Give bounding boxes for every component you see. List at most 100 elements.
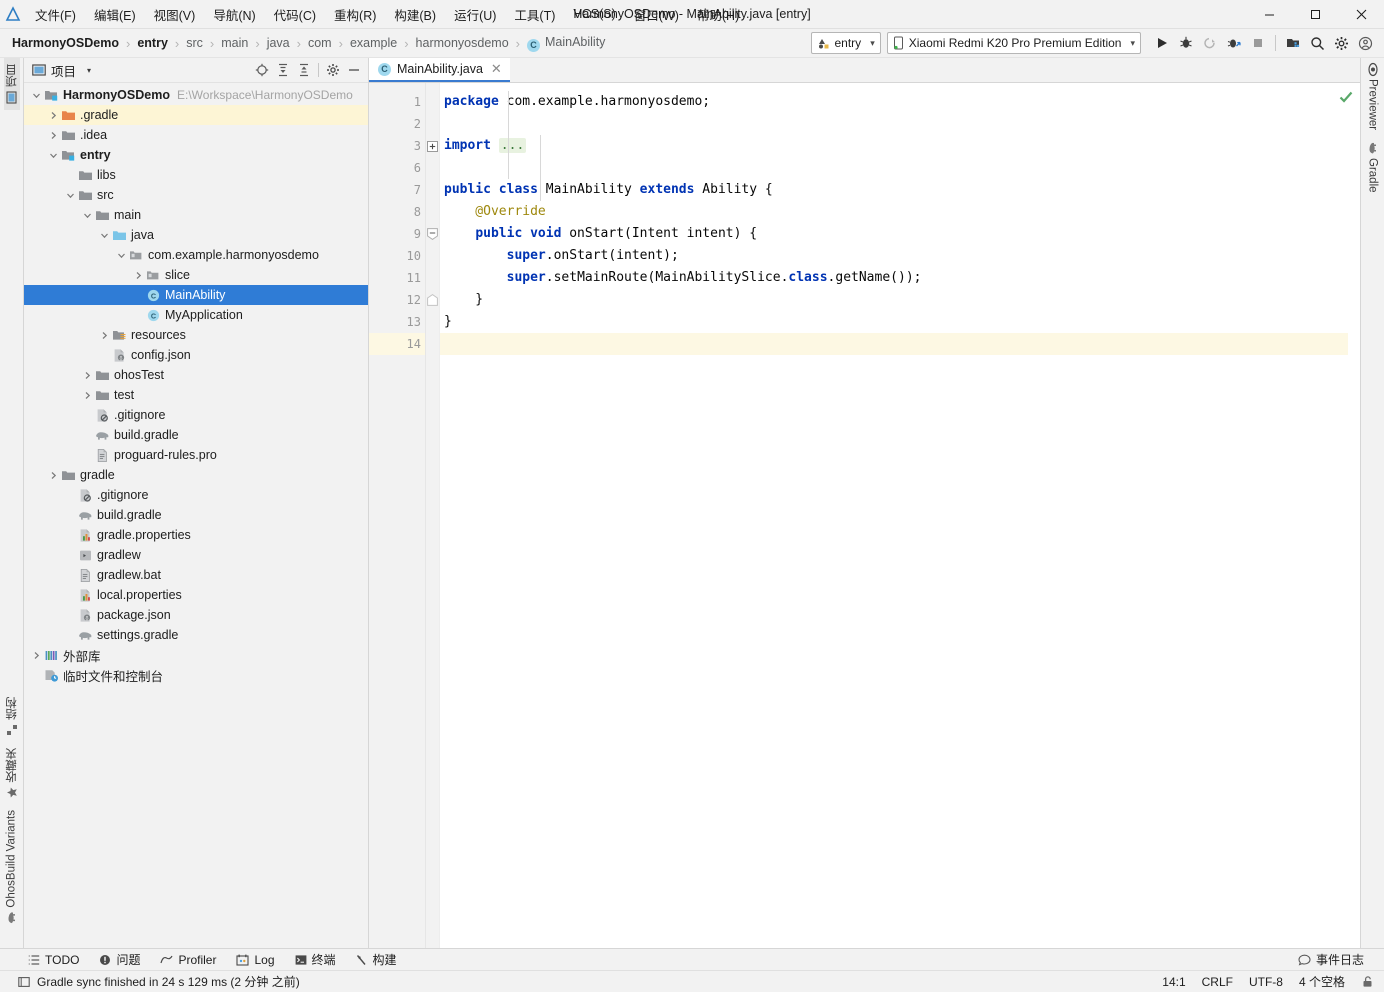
- bottom-tool-todo[interactable]: TODO: [18, 951, 89, 969]
- breadcrumb-item-mainability[interactable]: C MainAbility: [525, 35, 607, 52]
- fold-marker-9[interactable]: [426, 223, 439, 245]
- status-message[interactable]: Gradle sync finished in 24 s 129 ms (2 分…: [37, 973, 300, 990]
- tree-node-settings-gradle[interactable]: settings.gradle: [24, 625, 368, 645]
- gutter-line-12[interactable]: 12: [369, 289, 425, 311]
- run-configuration-selector[interactable]: entry ▾: [810, 32, 881, 54]
- tree-node-local-properties[interactable]: local.properties: [24, 585, 368, 605]
- collapse-all-button[interactable]: [294, 60, 314, 80]
- project-tree[interactable]: HarmonyOSDemo E:\Workspace\HarmonyOSDemo.…: [24, 83, 368, 948]
- sidebar-item-previewer[interactable]: Previewer: [1366, 58, 1380, 136]
- gutter-line-14[interactable]: 14: [369, 333, 425, 355]
- stop-button[interactable]: [1247, 32, 1269, 54]
- chevron-right-icon[interactable]: [81, 371, 94, 380]
- code-line-14[interactable]: [440, 333, 1348, 355]
- close-button[interactable]: [1338, 0, 1384, 29]
- chevron-down-icon[interactable]: [64, 191, 77, 200]
- breadcrumb-item-entry[interactable]: entry: [135, 36, 170, 50]
- editor-fold-column[interactable]: [426, 83, 440, 948]
- code-line-6[interactable]: [440, 157, 1348, 179]
- tree-node-gitignore[interactable]: .gitignore: [24, 405, 368, 425]
- chevron-right-icon[interactable]: [47, 111, 60, 120]
- panel-settings-button[interactable]: [323, 60, 343, 80]
- inspection-status-icon[interactable]: [1338, 89, 1354, 105]
- gutter-line-3[interactable]: 3: [369, 135, 425, 157]
- tree-node-build-gradle[interactable]: build.gradle: [24, 425, 368, 445]
- chevron-right-icon[interactable]: [81, 391, 94, 400]
- tree-node-外部库[interactable]: 外部库: [24, 645, 368, 665]
- lock-icon[interactable]: [1361, 975, 1374, 988]
- fold-marker-3[interactable]: [426, 135, 439, 157]
- gutter-line-2[interactable]: 2: [369, 113, 425, 135]
- tree-node-src[interactable]: src: [24, 185, 368, 205]
- gutter-line-13[interactable]: 13: [369, 311, 425, 333]
- attach-debugger-button[interactable]: [1223, 32, 1245, 54]
- code-line-3[interactable]: import ...: [440, 135, 1348, 157]
- fold-marker-12[interactable]: [426, 289, 439, 311]
- gutter-line-10[interactable]: 10: [369, 245, 425, 267]
- gutter-line-6[interactable]: 6: [369, 157, 425, 179]
- tree-node-slice[interactable]: slice: [24, 265, 368, 285]
- breadcrumb-item-example[interactable]: example: [348, 36, 399, 50]
- menu-run[interactable]: 运行(U): [445, 2, 505, 27]
- menu-tools[interactable]: 工具(T): [505, 2, 564, 27]
- tree-node-gitignore[interactable]: .gitignore: [24, 485, 368, 505]
- sidebar-item-gradle[interactable]: Gradle: [1366, 136, 1379, 199]
- chevron-right-icon[interactable]: [30, 651, 43, 660]
- chevron-right-icon[interactable]: [132, 271, 145, 280]
- menu-refactor[interactable]: 重构(R): [325, 2, 385, 27]
- bottom-tool-problems[interactable]: 问题: [89, 949, 150, 970]
- gutter-line-1[interactable]: 1: [369, 91, 425, 113]
- chevron-down-icon[interactable]: [47, 151, 60, 160]
- event-log-button[interactable]: 事件日志: [1288, 949, 1374, 970]
- hide-panel-button[interactable]: [344, 60, 364, 80]
- tree-node-gradlew[interactable]: gradlew: [24, 545, 368, 565]
- menu-view[interactable]: 视图(V): [145, 2, 205, 27]
- tree-node-resources[interactable]: resources: [24, 325, 368, 345]
- tree-node-idea[interactable]: .idea: [24, 125, 368, 145]
- tree-node-main[interactable]: main: [24, 205, 368, 225]
- gear-icon[interactable]: [1330, 32, 1352, 54]
- caret-position[interactable]: 14:1: [1162, 975, 1185, 989]
- tree-node-entry[interactable]: entry: [24, 145, 368, 165]
- chevron-down-icon[interactable]: [30, 91, 43, 100]
- menu-navigate[interactable]: 导航(N): [204, 2, 264, 27]
- breadcrumb-item-harmonyosdemo[interactable]: harmonyosdemo: [414, 36, 511, 50]
- tree-node-libs[interactable]: libs: [24, 165, 368, 185]
- code-line-13[interactable]: }: [440, 311, 1348, 333]
- sidebar-item-structure[interactable]: 结构: [4, 691, 20, 742]
- debug-button[interactable]: [1175, 32, 1197, 54]
- tree-node-java[interactable]: java: [24, 225, 368, 245]
- gutter-line-7[interactable]: 7: [369, 179, 425, 201]
- menu-file[interactable]: 文件(F): [26, 2, 85, 27]
- code-line-10[interactable]: super.onStart(intent);: [440, 245, 1348, 267]
- code-line-11[interactable]: super.setMainRoute(MainAbilitySlice.clas…: [440, 267, 1348, 289]
- tree-node-myapplication[interactable]: C MyApplication: [24, 305, 368, 325]
- sidebar-item-ohosbuild-variants[interactable]: OhosBuild Variants: [5, 804, 18, 930]
- expand-all-button[interactable]: [273, 60, 293, 80]
- select-opened-file-button[interactable]: [252, 60, 272, 80]
- project-panel-title[interactable]: 项目 ▾: [32, 61, 91, 80]
- menu-window[interactable]: 窗口(W): [625, 2, 688, 27]
- tree-node-mainability[interactable]: C MainAbility: [24, 285, 368, 305]
- tree-node-gradle-properties[interactable]: gradle.properties: [24, 525, 368, 545]
- menu-edit[interactable]: 编辑(E): [85, 2, 145, 27]
- breadcrumb-item-java[interactable]: java: [265, 36, 292, 50]
- search-icon[interactable]: [1306, 32, 1328, 54]
- menu-code[interactable]: 代码(C): [265, 2, 325, 27]
- tree-node-gradlew-bat[interactable]: gradlew.bat: [24, 565, 368, 585]
- line-separator[interactable]: CRLF: [1202, 975, 1233, 989]
- menu-build[interactable]: 构建(B): [385, 2, 445, 27]
- indent-setting[interactable]: 4 个空格: [1299, 973, 1345, 990]
- sidebar-item-project[interactable]: 项目: [3, 58, 20, 110]
- tree-node-gradle[interactable]: gradle: [24, 465, 368, 485]
- menu-vcs[interactable]: VCS(S): [564, 4, 624, 24]
- chevron-down-icon[interactable]: [81, 211, 94, 220]
- bottom-tool-terminal[interactable]: 终端: [285, 949, 346, 970]
- gutter-line-9[interactable]: 9: [369, 223, 441, 245]
- code-line-9[interactable]: public void onStart(Intent intent) {: [440, 223, 1348, 245]
- minimize-button[interactable]: [1246, 0, 1292, 29]
- tree-node-ohostest[interactable]: ohosTest: [24, 365, 368, 385]
- file-encoding[interactable]: UTF-8: [1249, 975, 1283, 989]
- sidebar-item-favorites[interactable]: 收藏夹: [4, 742, 20, 805]
- gutter-line-8[interactable]: 8: [369, 201, 425, 223]
